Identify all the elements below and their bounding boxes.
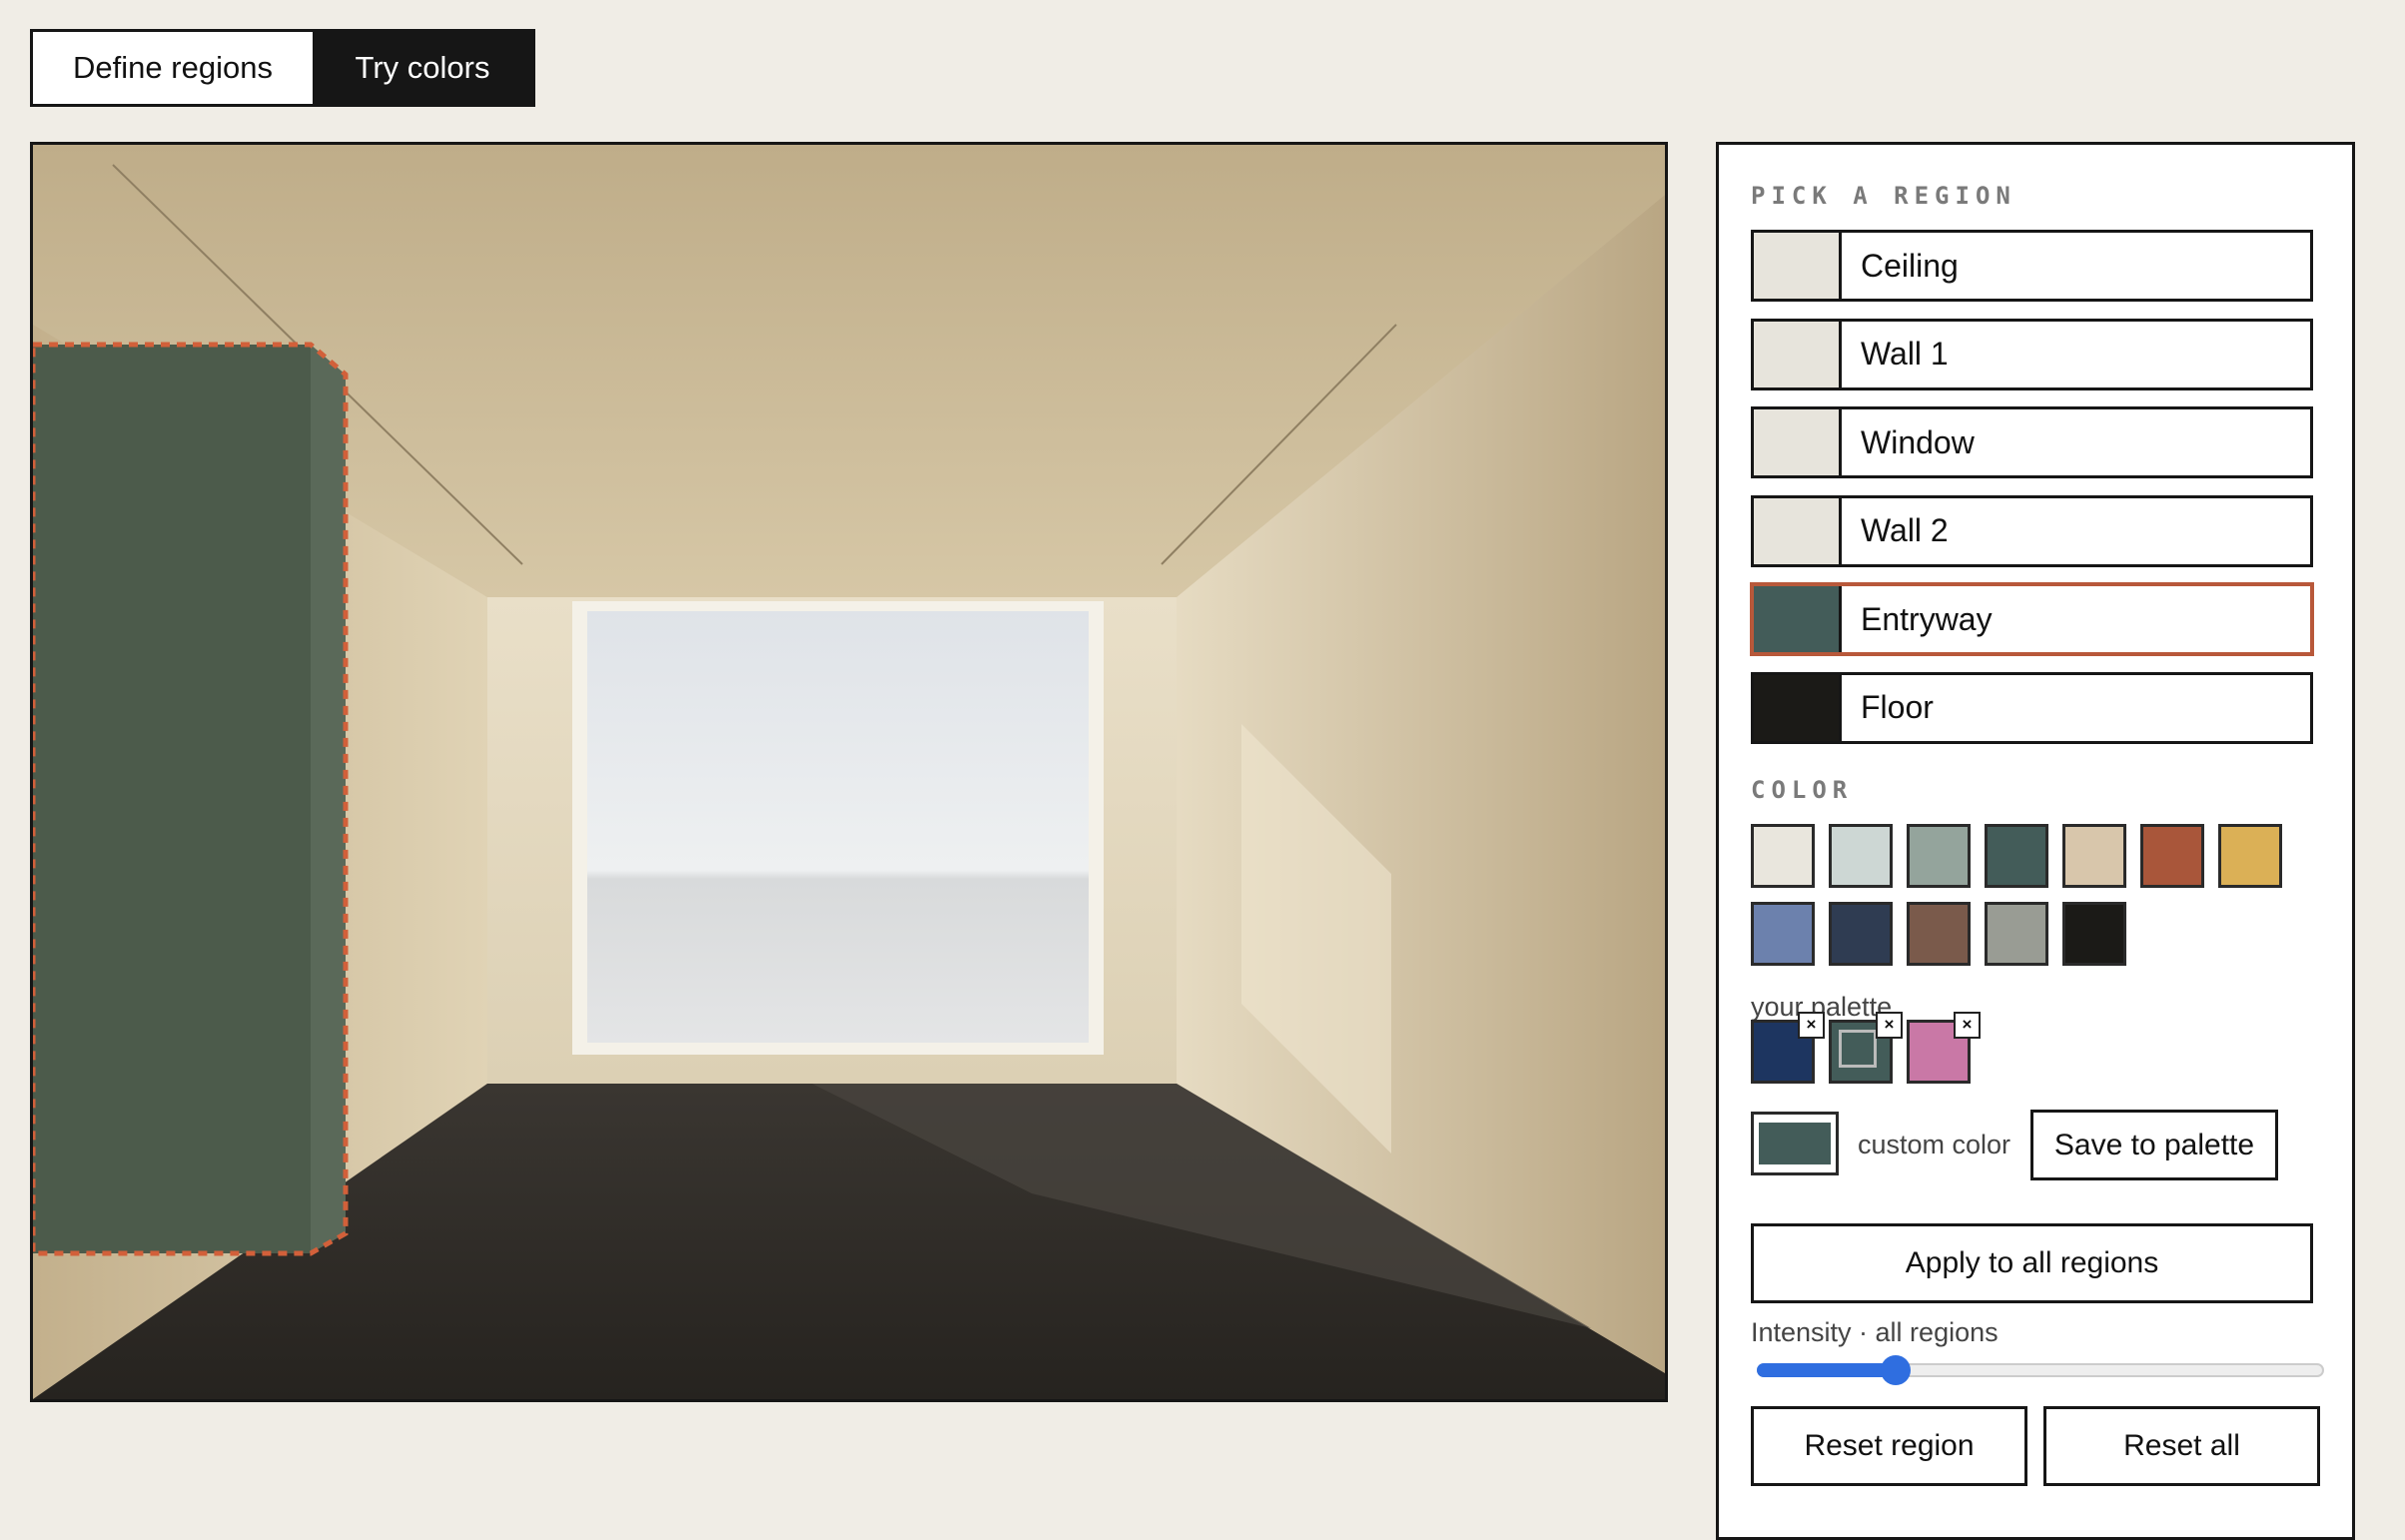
region-label: Wall 1 [1861, 336, 1949, 372]
color-swatch[interactable] [1829, 824, 1893, 888]
color-swatch[interactable] [2062, 902, 2126, 966]
intensity-slider-fill [1757, 1363, 1896, 1377]
color-swatch[interactable] [1985, 902, 2048, 966]
region-swatch [1754, 497, 1842, 564]
region-row-wall-2[interactable]: Wall 2 [1751, 494, 2313, 567]
intensity-label: Intensity · all regions [1751, 1317, 1999, 1347]
intensity-slider-thumb[interactable] [1880, 1355, 1911, 1385]
region-row-ceiling[interactable]: Ceiling [1751, 230, 2313, 302]
color-swatch[interactable] [1907, 902, 1971, 966]
region-swatch [1754, 674, 1842, 741]
region-row-window[interactable]: Window [1751, 406, 2313, 478]
remove-palette-color-icon[interactable]: × [1954, 1012, 1981, 1039]
region-label: Wall 2 [1861, 512, 1949, 548]
color-swatch[interactable] [1751, 824, 1815, 888]
room-scene [33, 145, 1665, 1399]
custom-color-label: custom color [1858, 1130, 2011, 1159]
remove-palette-color-icon[interactable]: × [1798, 1012, 1825, 1039]
color-section-label: COLOR [1751, 776, 1854, 804]
region-swatch [1754, 233, 1842, 299]
custom-color-picker[interactable] [1751, 1112, 1839, 1175]
region-row-wall-1[interactable]: Wall 1 [1751, 318, 2313, 390]
reset-all-button[interactable]: Reset all [2043, 1406, 2320, 1486]
mode-tabs: Define regions Try colors [30, 29, 535, 107]
window-region [587, 611, 1089, 1043]
reset-region-button[interactable]: Reset region [1751, 1406, 2027, 1486]
region-swatch [1754, 321, 1842, 387]
color-swatch[interactable] [1829, 902, 1893, 966]
pick-region-label: PICK A REGION [1751, 182, 2016, 210]
entryway-region[interactable] [33, 342, 349, 1256]
region-label: Window [1861, 423, 1975, 460]
region-label: Ceiling [1861, 247, 1959, 284]
region-label: Entryway [1861, 600, 1993, 637]
tab-try-colors[interactable]: Try colors [313, 32, 532, 104]
color-swatch[interactable] [2218, 824, 2282, 888]
control-panel: PICK A REGION Ceiling Wall 1 Window Wall 2 E… [1716, 142, 2355, 1540]
color-swatch[interactable] [1751, 902, 1815, 966]
color-swatch[interactable] [2062, 824, 2126, 888]
region-swatch [1754, 586, 1842, 652]
color-swatch[interactable] [2140, 824, 2204, 888]
tab-define-regions[interactable]: Define regions [33, 32, 313, 104]
selected-indicator [1839, 1030, 1877, 1068]
region-swatch [1754, 409, 1842, 475]
room-viewer[interactable] [30, 142, 1668, 1402]
region-label: Floor [1861, 689, 1934, 725]
color-swatch[interactable] [1985, 824, 2048, 888]
region-row-floor[interactable]: Floor [1751, 671, 2313, 744]
region-row-entryway[interactable]: Entryway [1751, 583, 2313, 655]
remove-palette-color-icon[interactable]: × [1876, 1012, 1903, 1039]
apply-all-regions-button[interactable]: Apply to all regions [1751, 1223, 2313, 1303]
save-to-palette-button[interactable]: Save to palette [2030, 1110, 2278, 1180]
color-swatch[interactable] [1907, 824, 1971, 888]
